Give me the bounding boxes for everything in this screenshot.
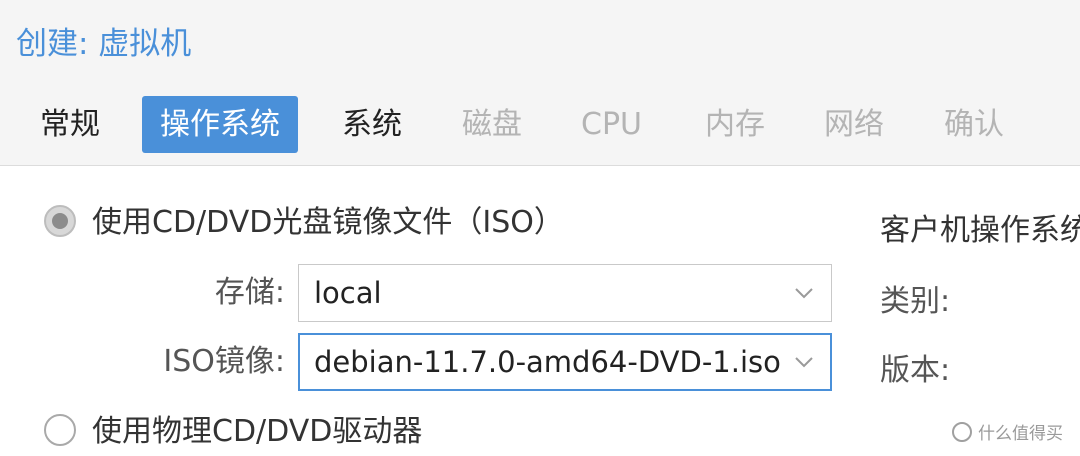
- watermark-text: 什么值得买: [978, 424, 1063, 444]
- tab-disk[interactable]: 磁盘: [462, 96, 522, 153]
- storage-select-value: local: [314, 276, 382, 310]
- watermark-logo-icon: [952, 422, 972, 442]
- tab-system[interactable]: 系统: [342, 96, 402, 153]
- iso-image-select-value: debian-11.7.0-amd64-DVD-1.iso: [314, 345, 781, 379]
- guest-os-version-label: 版本:: [880, 353, 951, 388]
- tab-confirm[interactable]: 确认: [944, 96, 1004, 153]
- iso-image-label: ISO镜像:: [163, 344, 285, 379]
- radio-use-physical-drive-label: 使用物理CD/DVD驱动器: [92, 414, 423, 449]
- storage-select[interactable]: local: [298, 264, 832, 322]
- tab-os[interactable]: 操作系统: [142, 96, 298, 153]
- chevron-down-icon[interactable]: [793, 351, 815, 373]
- watermark: 什么值得买: [952, 422, 1063, 446]
- dialog-title: 创建: 虚拟机: [16, 26, 192, 62]
- chevron-down-icon[interactable]: [793, 282, 815, 304]
- guest-os-type-label: 类别:: [880, 284, 951, 319]
- tab-cpu[interactable]: CPU: [581, 96, 642, 153]
- guest-os-heading: 客户机操作系统: [880, 213, 1080, 248]
- dialog-header: 创建: 虚拟机 常规 操作系统 系统 磁盘 CPU 内存 网络 确认: [0, 0, 1080, 166]
- tab-network[interactable]: 网络: [824, 96, 884, 153]
- storage-label: 存储:: [214, 275, 285, 310]
- iso-image-select[interactable]: debian-11.7.0-amd64-DVD-1.iso: [298, 333, 832, 391]
- tab-general[interactable]: 常规: [40, 96, 100, 153]
- tab-memory[interactable]: 内存: [705, 96, 765, 153]
- radio-unchecked-icon[interactable]: [44, 414, 76, 446]
- radio-use-iso-label: 使用CD/DVD光盘镜像文件（ISO）: [92, 205, 564, 240]
- radio-checked-icon[interactable]: [44, 205, 76, 237]
